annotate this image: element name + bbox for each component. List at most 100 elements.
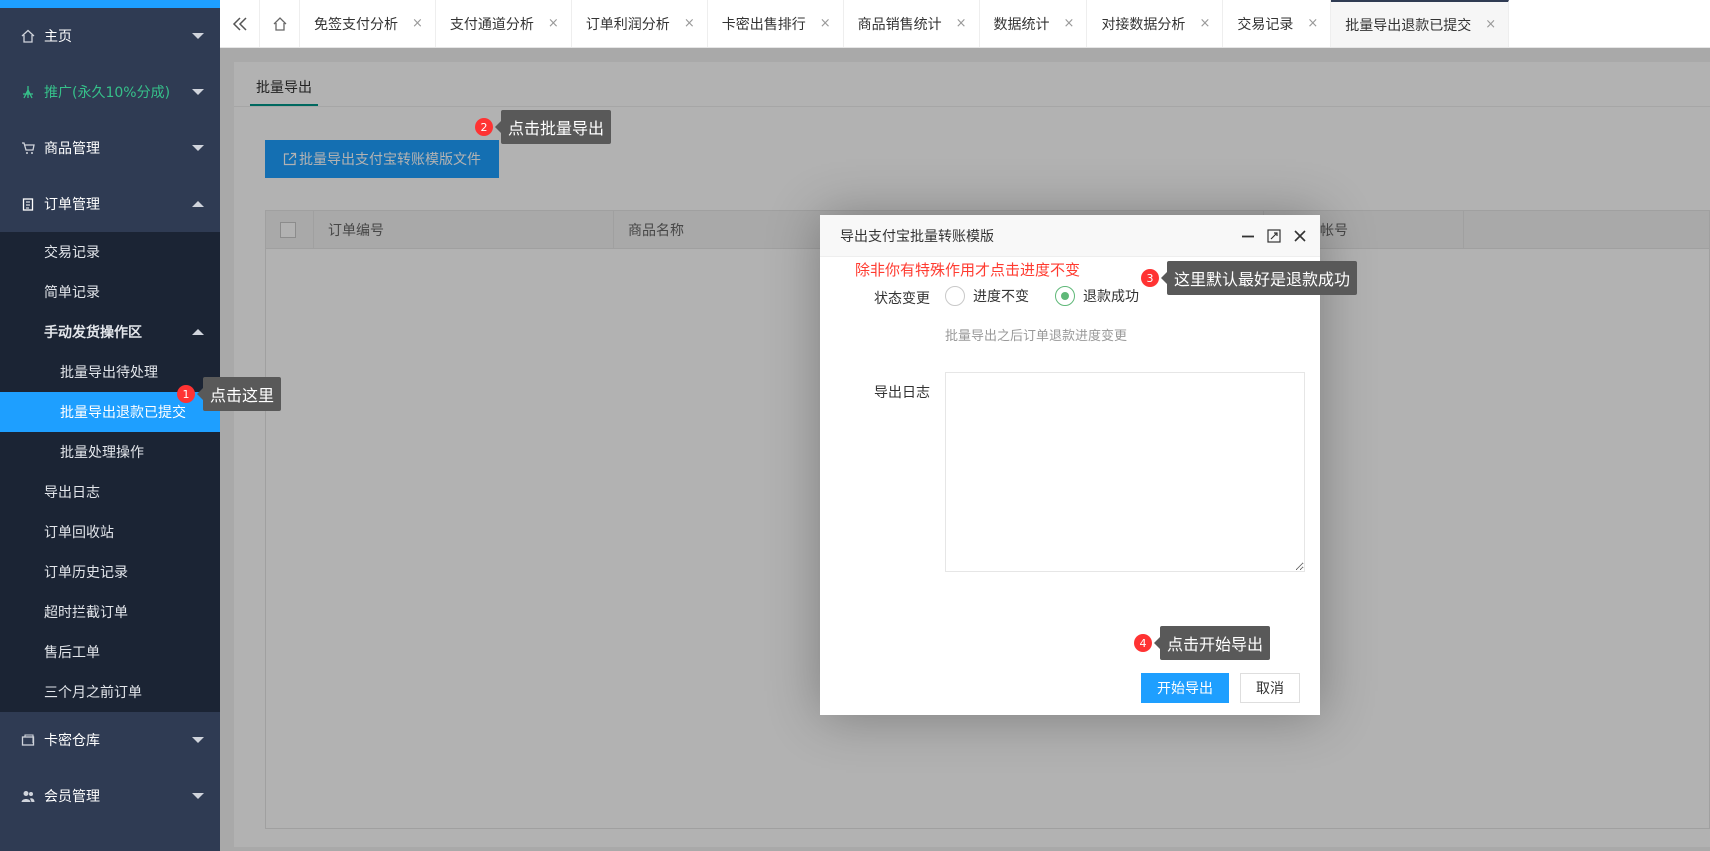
sidebar-item-after-sales[interactable]: 售后工单 (0, 632, 220, 672)
tab-free-payment-analysis[interactable]: 免签支付分析 × (300, 0, 436, 47)
sidebar-item-transactions[interactable]: 交易记录 (0, 232, 220, 272)
sidebar-accent-bar (0, 0, 220, 8)
sidebar-item-timeout-intercepted[interactable]: 超时拦截订单 (0, 592, 220, 632)
chevron-up-icon (192, 201, 204, 207)
sidebar-item-members[interactable]: 会员管理 (0, 768, 220, 824)
tab-bar: 免签支付分析 × 支付通道分析 × 订单利润分析 × 卡密出售排行 × 商品销售统计 × … (220, 0, 1710, 48)
start-export-button[interactable]: 开始导出 (1141, 673, 1229, 703)
close-icon[interactable] (1292, 228, 1308, 244)
close-icon[interactable]: × (942, 16, 967, 31)
close-icon[interactable]: × (534, 16, 559, 31)
export-log-textarea[interactable] (945, 372, 1305, 572)
callout-text: 点击开始导出 (1153, 626, 1271, 660)
close-icon[interactable]: × (1185, 16, 1210, 31)
callout-text: 点击这里 (196, 377, 282, 411)
close-icon[interactable]: × (1471, 17, 1496, 32)
status-hint: 批量导出之后订单退款进度变更 (945, 329, 1128, 344)
orders-submenu: 交易记录 简单记录 手动发货操作区 批量导出待处理 批量导出退款已提交 批量处理… (0, 232, 220, 712)
annotation-callout: 1 点击这里 (177, 377, 282, 411)
home-icon (273, 16, 286, 31)
sidebar-item-home[interactable]: 主页 (0, 8, 220, 64)
cancel-button[interactable]: 取消 (1240, 673, 1300, 703)
warning-text: 除非你有特殊作用才点击进度不变 (855, 261, 1081, 279)
tab-payment-channel-analysis[interactable]: 支付通道分析 × (436, 0, 572, 47)
sidebar-item-card-warehouse[interactable]: 卡密仓库 (0, 712, 220, 768)
tab-label: 商品销售统计 (857, 16, 942, 33)
close-icon[interactable]: × (398, 16, 423, 31)
callout-number: 2 (475, 118, 493, 136)
chevron-down-icon (192, 89, 204, 95)
dialog-header: 导出支付宝批量转账模版 (820, 215, 1320, 257)
promo-icon (20, 84, 36, 100)
sidebar-item-label: 手动发货操作区 (44, 325, 142, 341)
annotation-callout: 3 这里默认最好是退款成功 (1141, 261, 1358, 295)
maximize-icon[interactable] (1266, 228, 1282, 244)
warehouse-icon (20, 732, 36, 748)
chevron-down-icon (192, 793, 204, 799)
tab-label: 交易记录 (1237, 16, 1294, 33)
sidebar-item-manual-delivery[interactable]: 手动发货操作区 (0, 312, 220, 352)
callout-number: 1 (177, 385, 195, 403)
sidebar-item-label: 推广(永久10%分成) (44, 85, 171, 101)
sidebar-item-order-history[interactable]: 订单历史记录 (0, 552, 220, 592)
sidebar-item-products[interactable]: 商品管理 (0, 120, 220, 176)
tab-batch-export-refund-submitted[interactable]: 批量导出退款已提交 × (1331, 0, 1510, 47)
tab-label: 数据统计 (993, 16, 1050, 33)
tab-home[interactable] (260, 0, 300, 47)
sidebar: 主页 推广(永久10%分成) 商品管理 订单管理 交易记录 简单记录 手动发货操… (0, 0, 220, 851)
callout-number: 4 (1134, 634, 1152, 652)
tab-product-sales-stats[interactable]: 商品销售统计 × (844, 0, 980, 47)
callout-number: 3 (1141, 269, 1159, 287)
export-log-label: 导出日志 (874, 385, 930, 401)
sidebar-item-batch-operations[interactable]: 批量处理操作 (0, 432, 220, 472)
tab-card-sales-ranking[interactable]: 卡密出售排行 × (708, 0, 844, 47)
tab-label: 免签支付分析 (314, 16, 398, 33)
tab-order-profit-analysis[interactable]: 订单利润分析 × (572, 0, 708, 47)
tab-label: 订单利润分析 (585, 16, 670, 33)
minimize-icon[interactable] (1240, 228, 1256, 244)
tab-label: 支付通道分析 (449, 16, 534, 33)
annotation-callout: 2 点击批量导出 (475, 110, 612, 144)
tab-label: 对接数据分析 (1101, 16, 1186, 33)
sidebar-item-orders[interactable]: 订单管理 (0, 176, 220, 232)
sidebar-item-export-log[interactable]: 导出日志 (0, 472, 220, 512)
radio-refund-success[interactable]: 退款成功 (1055, 286, 1139, 306)
collapse-sidebar-button[interactable] (220, 0, 260, 47)
home-icon (20, 28, 36, 44)
callout-text: 这里默认最好是退款成功 (1160, 261, 1358, 295)
dialog-title: 导出支付宝批量转账模版 (840, 228, 994, 245)
close-icon[interactable]: × (1293, 16, 1318, 31)
chevron-down-icon (192, 33, 204, 39)
close-icon[interactable]: × (670, 16, 695, 31)
double-chevron-left-icon (232, 16, 247, 31)
chevron-up-icon (192, 329, 204, 335)
sidebar-item-label: 商品管理 (44, 141, 100, 157)
sidebar-item-label: 主页 (44, 29, 72, 45)
chevron-down-icon (192, 737, 204, 743)
close-icon[interactable]: × (806, 16, 831, 31)
sidebar-item-simple-records[interactable]: 简单记录 (0, 272, 220, 312)
annotation-callout: 4 点击开始导出 (1134, 626, 1271, 660)
tab-integration-data-analysis[interactable]: 对接数据分析 × (1087, 0, 1224, 47)
tab-data-stats[interactable]: 数据统计 × (980, 0, 1088, 47)
tab-label: 卡密出售排行 (721, 16, 806, 33)
cart-icon (20, 140, 36, 156)
tab-transactions[interactable]: 交易记录 × (1223, 0, 1332, 47)
radio-circle (945, 286, 965, 306)
sidebar-item-promotion[interactable]: 推广(永久10%分成) (0, 64, 220, 120)
status-change-label: 状态变更 (874, 291, 930, 307)
chevron-down-icon (192, 145, 204, 151)
radio-label: 进度不变 (973, 289, 1029, 305)
radio-label: 退款成功 (1083, 289, 1139, 305)
clipboard-icon (20, 196, 36, 212)
sidebar-item-label: 订单管理 (44, 197, 100, 213)
sidebar-item-label: 卡密仓库 (44, 733, 100, 749)
radio-progress-unchanged[interactable]: 进度不变 (945, 286, 1029, 306)
tab-label: 批量导出退款已提交 (1345, 17, 1472, 34)
sidebar-item-order-recycle-bin[interactable]: 订单回收站 (0, 512, 220, 552)
sidebar-item-old-orders[interactable]: 三个月之前订单 (0, 672, 220, 712)
callout-text: 点击批量导出 (494, 110, 612, 144)
dialog-controls (1240, 215, 1308, 257)
close-icon[interactable]: × (1050, 16, 1075, 31)
sidebar-item-label: 会员管理 (44, 789, 100, 805)
